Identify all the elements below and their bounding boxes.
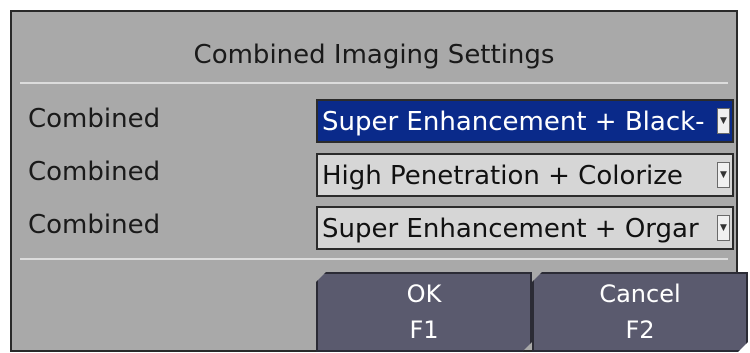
combined-select-2-value: High Penetration + Colorize (322, 161, 683, 191)
combined-select-1-value: Super Enhancement + Black- (322, 107, 705, 137)
footer-separator (20, 258, 728, 260)
row-2-label: Combined (28, 157, 161, 187)
row-3-label: Combined (28, 210, 161, 240)
cancel-button-label: Cancel (599, 280, 681, 308)
combined-select-3[interactable]: Super Enhancement + Orgar ▼ (316, 206, 734, 250)
combined-imaging-dialog: Combined Imaging Settings Combined Super… (10, 10, 738, 352)
dialog-title: Combined Imaging Settings (193, 40, 555, 70)
combined-select-2[interactable]: High Penetration + Colorize ▼ (316, 153, 734, 197)
ok-button[interactable]: OK F1 (316, 272, 532, 352)
ok-button-label: OK (406, 280, 442, 308)
chevron-down-icon[interactable]: ▼ (717, 108, 730, 134)
title-separator (20, 82, 728, 84)
combined-select-3-value: Super Enhancement + Orgar (322, 214, 699, 244)
cancel-button-key: F2 (625, 316, 655, 344)
combined-select-1[interactable]: Super Enhancement + Black- ▼ (316, 99, 734, 143)
chevron-down-icon[interactable]: ▼ (717, 162, 730, 188)
row-1-label: Combined (28, 104, 161, 134)
cancel-button[interactable]: Cancel F2 (532, 272, 748, 352)
chevron-down-icon[interactable]: ▼ (717, 215, 730, 241)
ok-button-key: F1 (409, 316, 439, 344)
